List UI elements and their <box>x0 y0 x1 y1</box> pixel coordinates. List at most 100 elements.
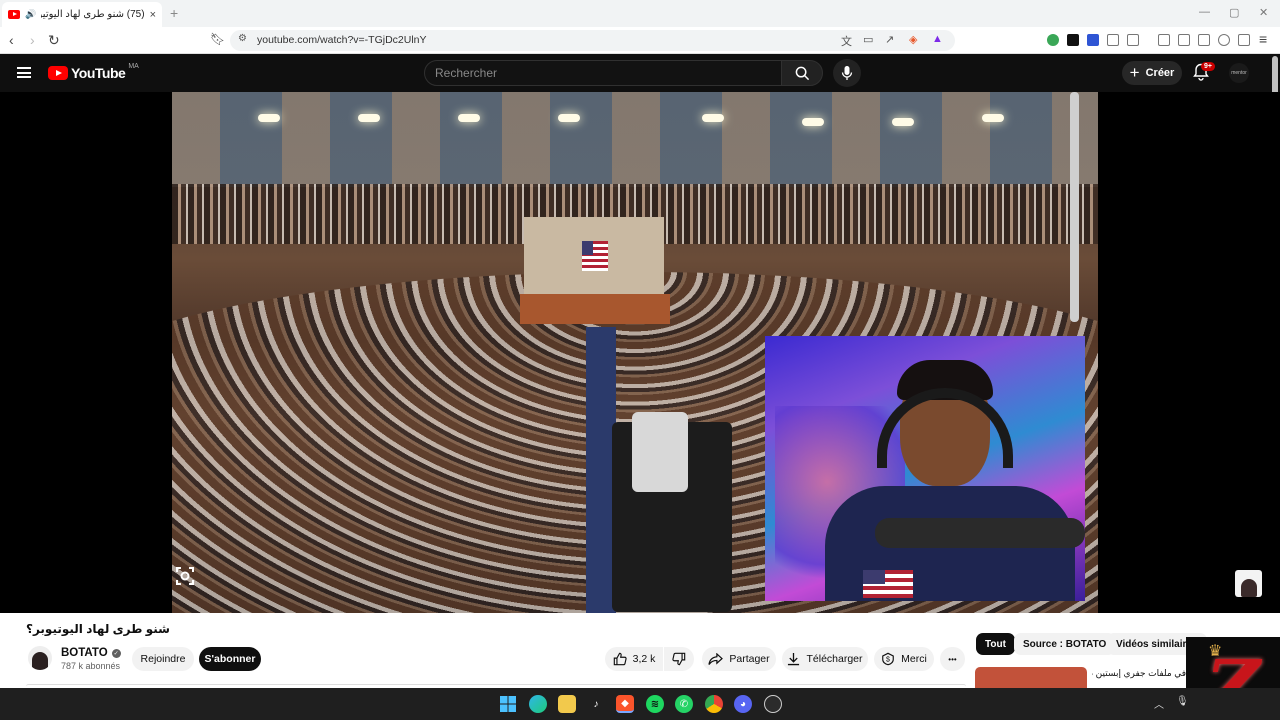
youtube-play-icon <box>48 66 68 80</box>
video-frame-desk <box>520 294 670 324</box>
wallet-icon[interactable] <box>1198 34 1210 46</box>
ceiling-light <box>258 114 280 122</box>
video-frame-ceiling <box>172 92 1098 187</box>
extension-icon-5[interactable] <box>1127 34 1139 46</box>
bookmark-icon[interactable]: 🔖︎ <box>210 32 225 46</box>
tab-close-button[interactable]: × <box>150 9 156 21</box>
tray-chevron-icon[interactable]: ︿ <box>1154 696 1164 711</box>
headset-image <box>877 388 1013 468</box>
related-video-thumbnail[interactable] <box>975 667 1087 689</box>
tiktok-icon[interactable]: ♪ <box>587 695 605 713</box>
media-icon[interactable] <box>1158 34 1170 46</box>
ceiling-light <box>982 114 1004 122</box>
screenshot-icon[interactable] <box>175 566 195 586</box>
youtube-logo[interactable]: YouTube MA <box>48 63 139 81</box>
cast-icon[interactable]: ▭ <box>863 33 873 46</box>
site-info-icon[interactable]: ⚙ <box>238 33 247 44</box>
extension-icon-3[interactable] <box>1087 34 1099 46</box>
share-button[interactable]: Partager <box>702 647 776 671</box>
thumbs-up-icon <box>613 652 627 666</box>
channel-name-text[interactable]: BOTATO <box>61 647 108 659</box>
obs-icon[interactable] <box>764 695 782 713</box>
download-label: Télécharger <box>806 653 863 665</box>
create-button[interactable]: + Créer <box>1122 61 1182 85</box>
translate-icon[interactable]: 文 <box>841 33 852 49</box>
search-icon <box>795 66 809 80</box>
subscribe-button[interactable]: S'abonner <box>199 647 261 671</box>
ceiling-light <box>458 114 480 122</box>
chrome-icon[interactable] <box>705 695 723 713</box>
account-avatar[interactable]: mentor <box>1229 63 1249 83</box>
file-explorer-icon[interactable] <box>558 695 576 713</box>
share-icon[interactable]: ↗ <box>885 33 894 46</box>
tab-title: (75) شنو طرى لهاد اليوتيوبر؟ - ... <box>41 9 145 20</box>
channel-watermark[interactable] <box>1235 570 1262 597</box>
like-button[interactable]: 3,2 k <box>605 647 663 671</box>
thumbs-down-icon <box>672 652 686 666</box>
brave-rewards-icon[interactable]: ▲ <box>932 33 943 45</box>
thanks-button[interactable]: $ Merci <box>874 647 934 671</box>
brave-shields-icon[interactable]: ◈ <box>909 33 917 46</box>
spotify-icon[interactable]: ≋ <box>646 695 664 713</box>
channel-avatar[interactable] <box>28 646 52 670</box>
ceiling-light <box>358 114 380 122</box>
browser-tab-active[interactable]: 🔊 (75) شنو طرى لهاد اليوتيوبر؟ - ... × <box>2 2 162 27</box>
video-scrollbar[interactable] <box>1070 92 1079 322</box>
subscriber-count: 787 k abonnés <box>61 661 121 671</box>
windows-taskbar <box>0 688 1280 720</box>
search-button[interactable] <box>781 60 823 86</box>
webcam-overlay <box>765 336 1085 601</box>
extension-x-icon[interactable] <box>1067 34 1079 46</box>
more-actions-button[interactable]: ••• <box>940 647 965 671</box>
related-video-title[interactable]: في ملفات جفري إبستين صدمت <box>1092 668 1186 679</box>
ceiling-light <box>558 114 580 122</box>
browser-tab-strip: 🔊 (75) شنو طرى لهاد اليوتيوبر؟ - ... × +… <box>0 0 1280 27</box>
voice-search-button[interactable] <box>833 59 861 87</box>
speaker-icon[interactable]: 🔊 <box>25 9 36 20</box>
minimize-button[interactable]: — <box>1199 6 1210 18</box>
back-icon[interactable]: ‹ <box>9 32 14 48</box>
join-button[interactable]: Rejoindre <box>132 647 194 671</box>
sidebar-icon[interactable] <box>1178 34 1190 46</box>
discord-icon[interactable]: ◕ <box>734 695 752 713</box>
youtube-favicon-icon <box>8 10 20 19</box>
reload-icon[interactable]: ↻ <box>48 32 60 49</box>
svg-text:$: $ <box>886 657 890 664</box>
guide-menu-icon[interactable] <box>17 67 31 78</box>
edge-icon[interactable] <box>529 695 547 713</box>
thanks-label: Merci <box>901 653 927 665</box>
forward-icon[interactable]: › <box>30 32 35 48</box>
windows-start-icon[interactable] <box>499 695 517 713</box>
leo-ai-icon[interactable] <box>1218 34 1230 46</box>
share-arrow-icon <box>708 652 724 665</box>
menu-icon[interactable]: ≡ <box>1259 31 1267 47</box>
search-input[interactable] <box>435 66 775 80</box>
whatsapp-icon[interactable]: ✆ <box>675 695 693 713</box>
brave-icon[interactable]: ◆ <box>616 695 634 713</box>
maximize-button[interactable]: ▢ <box>1229 6 1239 19</box>
close-window-button[interactable]: ✕ <box>1259 6 1268 19</box>
microphone-image <box>875 518 1085 548</box>
video-frame-camera <box>612 412 732 612</box>
extensions-puzzle-icon[interactable] <box>1107 34 1119 46</box>
download-icon <box>788 652 800 666</box>
plus-icon: + <box>1129 63 1140 82</box>
ceiling-light <box>702 114 724 122</box>
download-button[interactable]: Télécharger <box>782 647 868 671</box>
extension-icon-1[interactable] <box>1047 34 1059 46</box>
new-tab-button[interactable]: + <box>170 5 178 21</box>
vpn-icon[interactable] <box>1238 34 1250 46</box>
tray-microphone-icon[interactable]: 🎙︎ <box>1176 696 1189 707</box>
american-flag-image <box>582 241 608 271</box>
channel-name[interactable]: BOTATO ✓ <box>61 647 121 659</box>
like-count: 3,2 k <box>632 653 656 665</box>
notifications-badge: 9+ <box>1201 62 1215 71</box>
chip-all[interactable]: Tout <box>976 633 1015 655</box>
search-box[interactable] <box>424 60 782 86</box>
video-title: شنو طرى لهاد اليوتيوبر؟ <box>26 622 170 636</box>
dislike-button[interactable] <box>664 647 694 671</box>
url-text[interactable]: youtube.com/watch?v=-TGjDc2UlnY <box>257 34 427 46</box>
chip-source[interactable]: Source : BOTATO <box>1014 633 1116 655</box>
verified-badge-icon: ✓ <box>111 648 121 658</box>
address-bar[interactable]: ⚙ youtube.com/watch?v=-TGjDc2UlnY 文 ▭ ↗ … <box>230 30 955 51</box>
